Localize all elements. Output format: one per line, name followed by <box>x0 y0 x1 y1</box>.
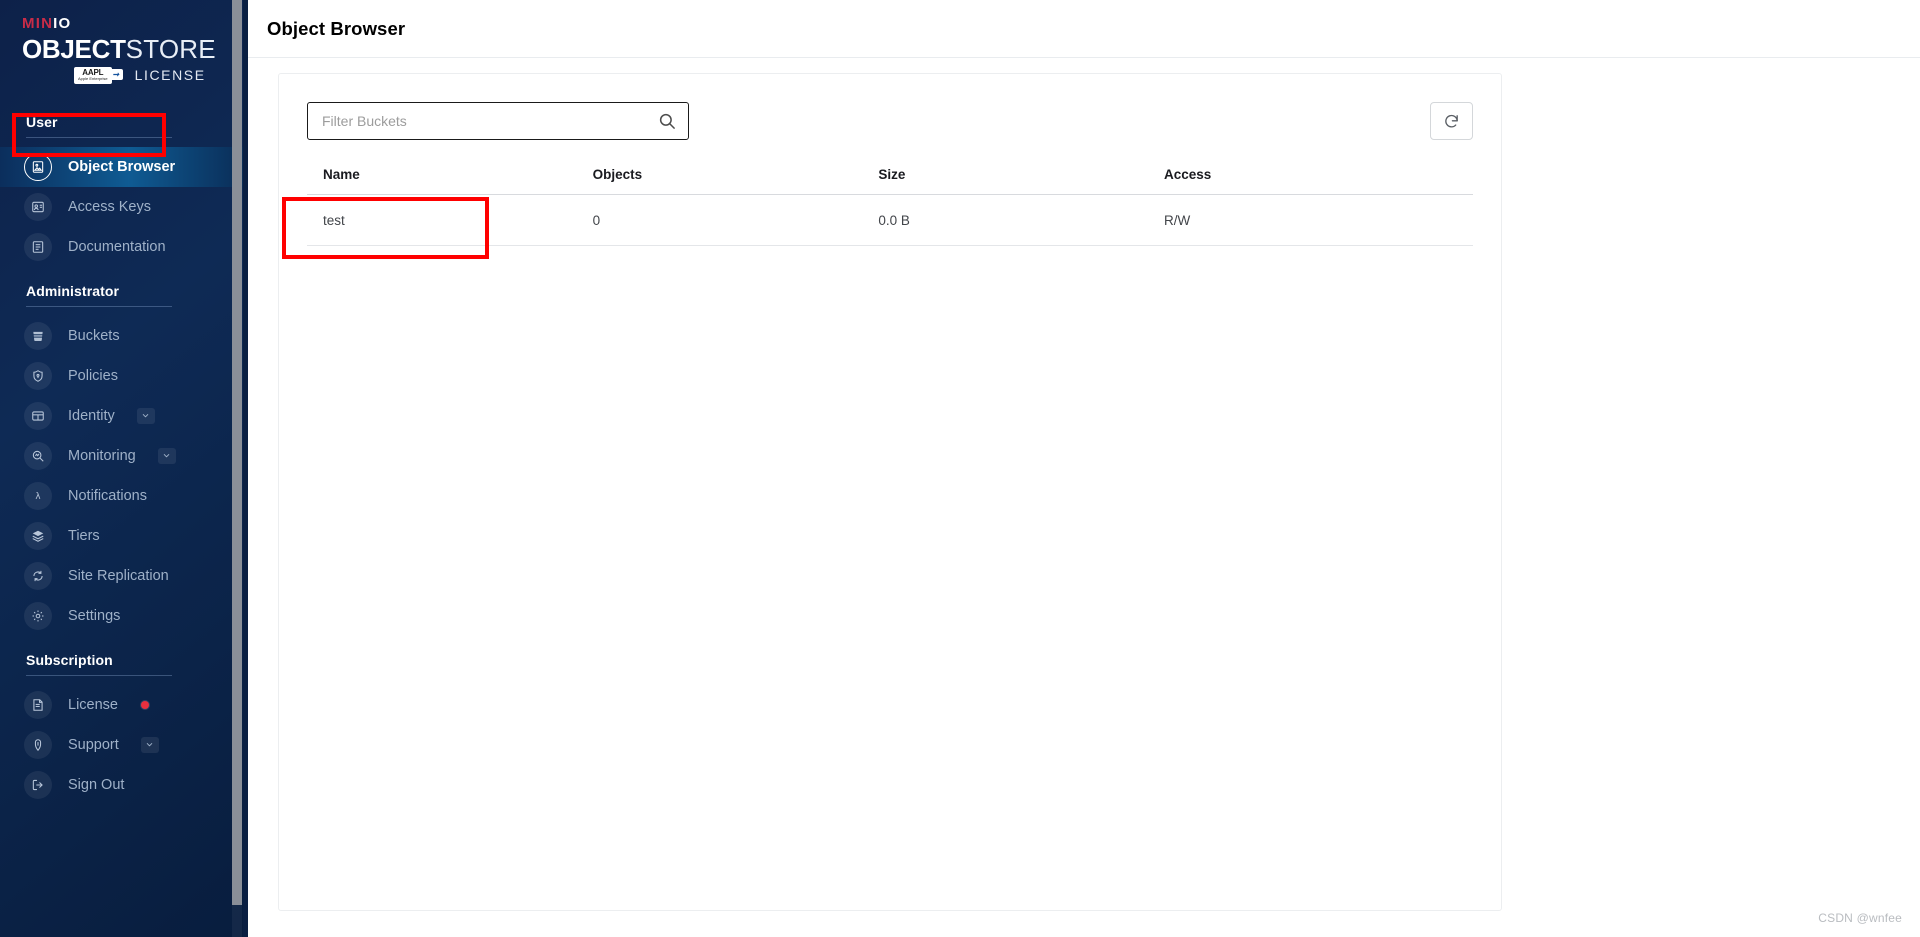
store-text: STORE <box>125 34 216 64</box>
chevron-down-icon[interactable] <box>157 447 176 464</box>
page-header: Object Browser <box>248 0 1920 58</box>
sidebar-section-administrator: Administrator Buckets Policies Identity Moni… <box>0 283 248 636</box>
svg-text:λ: λ <box>35 492 40 502</box>
sidebar-item-label: Object Browser <box>68 158 176 175</box>
search-input[interactable] <box>308 103 688 139</box>
tiers-icon <box>24 521 52 550</box>
license-alert-dot-icon <box>140 700 149 709</box>
sidebar: MINIO OBJECTSTORE AAPL Apple Enterprise … <box>0 0 248 937</box>
chevron-down-icon[interactable] <box>140 736 159 753</box>
sidebar-section-divider <box>26 305 172 307</box>
sidebar-item-site-replication[interactable]: Site Replication <box>0 556 248 596</box>
sidebar-item-label: Settings <box>68 607 121 624</box>
replication-icon <box>24 561 52 590</box>
sidebar-section-title: User <box>26 113 58 130</box>
sidebar-item-buckets[interactable]: Buckets <box>0 316 248 356</box>
support-icon <box>24 730 52 759</box>
documentation-icon <box>24 232 52 261</box>
minio-wordmark: MINIO <box>22 16 248 31</box>
main-content: Object Browser Filter Buckets Name Objec… <box>248 0 1920 937</box>
sidebar-item-object-browser[interactable]: Object Browser <box>0 146 248 187</box>
table-header-row: Name Objects Size Access <box>307 167 1473 195</box>
sidebar-section-subscription: Subscription License Support Sign Out <box>0 652 248 805</box>
sidebar-item-label: Sign Out <box>68 776 125 793</box>
table-row[interactable]: test 0 0.0 B R/W <box>307 194 1473 246</box>
bucket-icon <box>24 321 52 350</box>
content-card: Name Objects Size Access test00.0 BR/W <box>278 73 1502 911</box>
sidebar-item-documentation[interactable]: Documentation <box>0 227 248 267</box>
filter-buckets-box[interactable] <box>307 102 689 140</box>
identity-icon <box>24 401 52 430</box>
lambda-icon: λ <box>24 481 52 510</box>
sidebar-item-notifications[interactable]: λ Notifications <box>0 476 248 516</box>
object-text: OBJECT <box>22 34 126 64</box>
sidebar-item-label: Site Replication <box>68 567 169 584</box>
sidebar-item-tiers[interactable]: Tiers <box>0 516 248 556</box>
sidebar-section-divider <box>26 136 172 138</box>
policy-icon <box>24 361 52 390</box>
sidebar-item-label: Policies <box>68 367 118 384</box>
aapl-badge-sub: Apple Enterprise <box>78 76 108 82</box>
column-header-size[interactable]: Size <box>878 167 1164 195</box>
sidebar-item-label: Buckets <box>68 327 120 344</box>
sidebar-section-divider <box>26 674 172 676</box>
license-text: LICENSE <box>134 67 206 84</box>
object-browser-icon <box>24 152 52 181</box>
minio-io-text: IO <box>53 15 72 32</box>
sidebar-item-label: Monitoring <box>68 447 136 464</box>
chevron-down-icon[interactable] <box>136 407 155 424</box>
sidebar-item-label: Identity <box>68 407 115 424</box>
buckets-table-wrap: Name Objects Size Access test 0 0.0 B R/W <box>307 167 1473 246</box>
sidebar-item-label: Support <box>68 736 119 753</box>
buckets-table: Name Objects Size Access test 0 0.0 B R/W <box>307 167 1473 246</box>
license-row: AAPL Apple Enterprise ➞ LICENSE <box>22 67 248 84</box>
sidebar-item-access-keys[interactable]: Access Keys <box>0 187 248 227</box>
aapl-swoosh-icon: ➞ <box>108 69 123 80</box>
sidebar-item-monitoring[interactable]: Monitoring <box>0 436 248 476</box>
sidebar-scrollbar-thumb[interactable] <box>232 0 242 905</box>
sidebar-item-identity[interactable]: Identity <box>0 396 248 436</box>
aapl-badge-icon: AAPL Apple Enterprise ➞ <box>74 67 123 84</box>
cell-access: R/W <box>1163 194 1473 246</box>
page-title: Object Browser <box>267 17 406 39</box>
sidebar-item-label: Access Keys <box>68 198 151 215</box>
gear-icon <box>24 601 52 630</box>
cell-name: test <box>307 194 593 246</box>
license-icon <box>24 690 52 719</box>
sign-out-icon <box>24 770 52 799</box>
sidebar-item-label: Tiers <box>68 527 100 544</box>
watermark: CSDN @wnfee <box>1818 911 1902 925</box>
toolbar <box>307 74 1473 140</box>
table-header: Name Objects Size Access <box>307 167 1473 195</box>
sidebar-item-policies[interactable]: Policies <box>0 356 248 396</box>
sidebar-nav: User Object Browser Access Keys Documentati… <box>0 114 248 805</box>
sidebar-item-label: Notifications <box>68 487 147 504</box>
monitoring-icon <box>24 441 52 470</box>
object-store-wordmark: OBJECTSTORE <box>22 36 248 62</box>
brand-logo: MINIO OBJECTSTORE AAPL Apple Enterprise … <box>0 0 248 98</box>
sidebar-item-support[interactable]: Support <box>0 725 248 765</box>
app-root: MINIO OBJECTSTORE AAPL Apple Enterprise … <box>0 0 1920 937</box>
access-keys-icon <box>24 192 52 221</box>
column-header-objects[interactable]: Objects <box>592 167 879 195</box>
column-header-access[interactable]: Access <box>1163 167 1473 195</box>
refresh-icon <box>1443 113 1460 130</box>
sidebar-item-label: License <box>68 696 118 713</box>
sidebar-section-title: Subscription <box>26 651 113 668</box>
sidebar-section-user: User Object Browser Access Keys Documentati… <box>0 114 248 267</box>
sidebar-item-license[interactable]: License <box>0 685 248 725</box>
sidebar-item-label: Documentation <box>68 238 166 255</box>
table-body: test 0 0.0 B R/W <box>307 194 1473 246</box>
cell-objects: 0 <box>592 194 879 246</box>
column-header-name[interactable]: Name <box>307 167 593 195</box>
sidebar-item-sign-out[interactable]: Sign Out <box>0 765 248 805</box>
minio-min-text: MIN <box>22 15 54 32</box>
sidebar-item-settings[interactable]: Settings <box>0 596 248 636</box>
refresh-button[interactable] <box>1430 102 1473 140</box>
cell-size: 0.0 B <box>878 194 1164 246</box>
sidebar-section-title: Administrator <box>26 282 120 299</box>
